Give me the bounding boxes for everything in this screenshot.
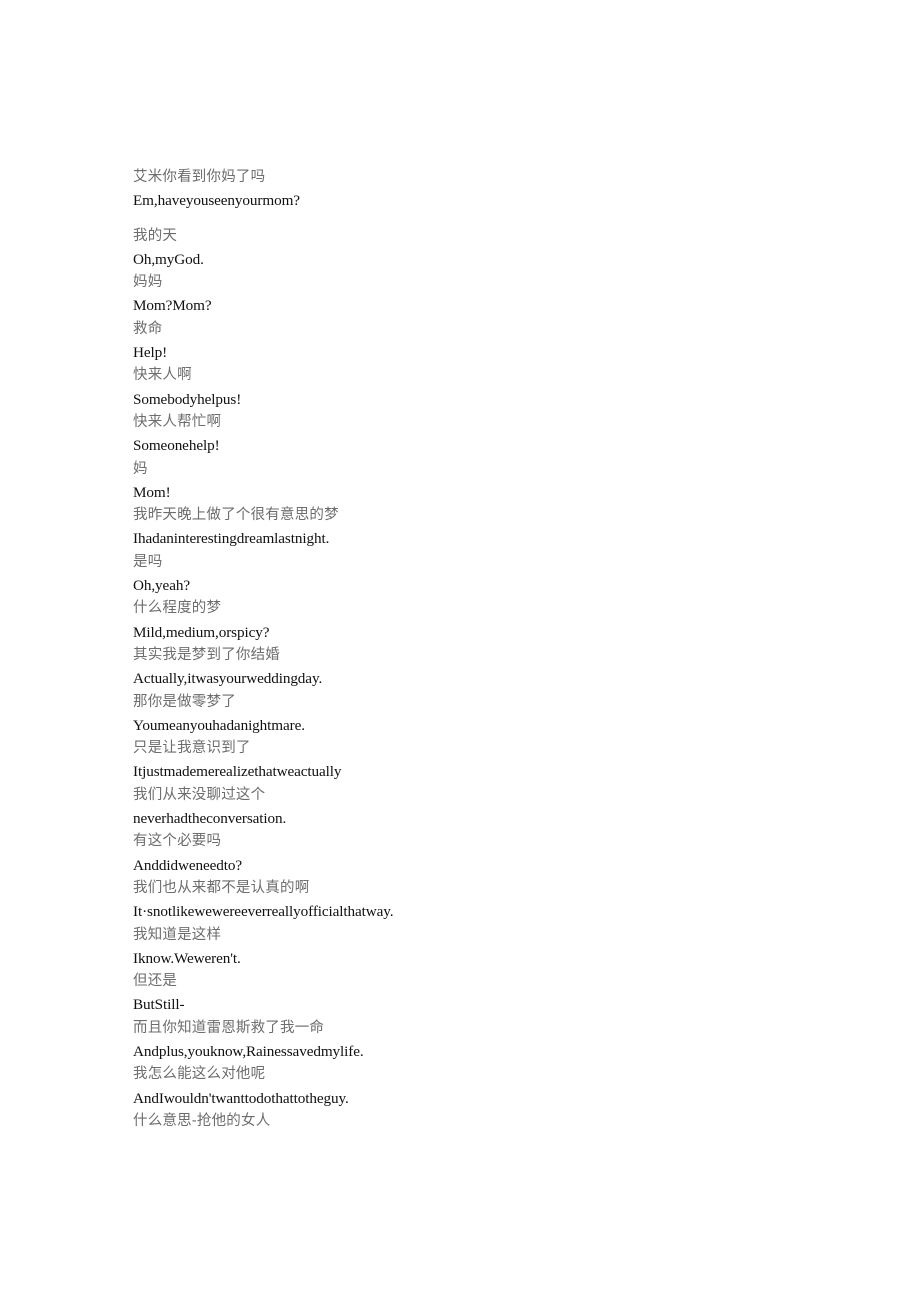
subtitle-line-english: Itjustmademerealizethatweactually: [133, 763, 342, 781]
subtitle-line-chinese: 艾米你看到你妈了吗: [133, 169, 266, 185]
subtitle-line-chinese: 但还是: [133, 973, 178, 990]
subtitle-line-chinese: 那你是做零梦了: [133, 693, 236, 710]
transcript-paragraph: 我的天 Oh,myGod. 妈妈 Mom?Mom? 救命 Help! 快来人啊 Somebod…: [133, 225, 833, 1134]
subtitle-line-chinese: 我的天: [133, 227, 178, 244]
subtitle-line-chinese: 快来人啊: [133, 367, 192, 384]
subtitle-line-english: Mom!: [133, 483, 171, 501]
subtitle-line-english: Mom?Mom?: [133, 297, 212, 315]
subtitle-line-english: It·snotlikewewereeverreallyofficialthatw…: [133, 903, 394, 921]
subtitle-line-english: neverhadtheconversation.: [133, 810, 287, 828]
subtitle-line-chinese: 我昨天晚上做了个很有意思的梦: [133, 507, 339, 524]
subtitle-line-english: Ihadaninterestingdreamlastnight.: [133, 530, 330, 548]
subtitle-line-chinese: 有这个必要吗: [133, 833, 222, 850]
subtitle-line-english: Help!: [133, 344, 168, 362]
subtitle-line-chinese: 我们也从来都不是认真的啊: [133, 879, 310, 896]
subtitle-line-english: Youmeanyouhadanightmare.: [133, 716, 305, 734]
subtitle-line-english: Mild,medium,orspicy?: [133, 623, 270, 641]
subtitle-line-english: Oh,myGod.: [133, 250, 204, 268]
transcript-paragraph: 艾米你看到你妈了吗 Em,haveyouseenyourmom?: [133, 166, 833, 213]
subtitle-line-chinese: 妈: [133, 460, 148, 477]
subtitle-line-english: AndIwouldn'twanttodothattotheguy.: [133, 1089, 349, 1107]
subtitle-line-chinese: 其实我是梦到了你结婚: [133, 646, 280, 663]
subtitle-line-chinese: 我怎么能这么对他呢: [133, 1066, 266, 1083]
subtitle-line-english: Somebodyhelpus!: [133, 390, 242, 408]
subtitle-line-english: Anddidweneedto?: [133, 856, 242, 874]
subtitle-line-chinese: 妈妈: [133, 274, 163, 291]
subtitle-line-english: Em,haveyouseenyourmom?: [133, 192, 300, 210]
subtitle-transcript-body: 艾米你看到你妈了吗 Em,haveyouseenyourmom? 我的天 Oh,myG…: [133, 166, 833, 1133]
subtitle-line-chinese: 我们从来没聊过这个: [133, 786, 266, 803]
subtitle-line-english: Andplus,youknow,Rainessavedmylife.: [133, 1042, 364, 1060]
subtitle-line-english: Someonehelp!: [133, 437, 220, 455]
subtitle-line-chinese: 什么意思-抢他的女人: [133, 1112, 271, 1129]
subtitle-line-english: Oh,yeah?: [133, 577, 190, 595]
subtitle-line-english: Iknow.Weweren't.: [133, 949, 241, 967]
subtitle-line-chinese: 而且你知道雷恩斯救了我一命: [133, 1019, 325, 1036]
subtitle-line-english: Actually,itwasyourweddingday.: [133, 670, 323, 688]
subtitle-line-chinese: 我知道是这样: [133, 926, 222, 943]
subtitle-line-chinese: 只是让我意识到了: [133, 740, 251, 757]
subtitle-line-chinese: 快来人帮忙啊: [133, 413, 222, 430]
subtitle-line-english: ButStill-: [133, 996, 185, 1014]
subtitle-line-chinese: 什么程度的梦: [133, 600, 222, 617]
document-page: 艾米你看到你妈了吗 Em,haveyouseenyourmom? 我的天 Oh,myG…: [0, 0, 920, 1301]
subtitle-line-chinese: 救命: [133, 320, 163, 337]
subtitle-line-chinese: 是吗: [133, 553, 163, 570]
